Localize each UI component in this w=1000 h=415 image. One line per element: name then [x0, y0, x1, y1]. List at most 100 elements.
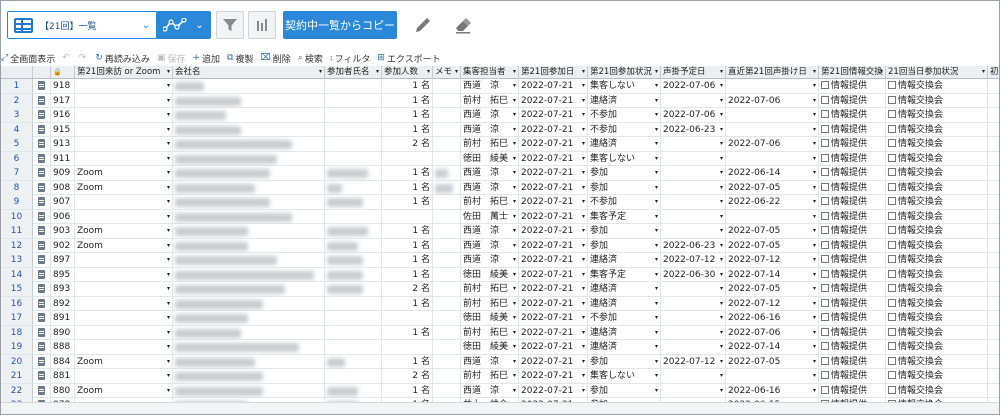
column-menu-icon[interactable]: ▾: [813, 66, 816, 78]
status-cell[interactable]: 不参加 ▾: [588, 122, 661, 137]
row-detail-button[interactable]: [33, 122, 51, 137]
info-exchange-cell[interactable]: 情報提供: [819, 369, 886, 383]
company-name-cell[interactable]: [173, 383, 325, 398]
dropdown-arrow-icon[interactable]: ▾: [582, 282, 585, 296]
planned-date-cell[interactable]: 2022-07-06 ▾: [661, 108, 726, 122]
column-menu-icon[interactable]: ▾: [655, 66, 658, 78]
memo-cell[interactable]: [433, 209, 461, 224]
dropdown-arrow-icon[interactable]: ▾: [582, 297, 585, 311]
dropdown-arrow-icon[interactable]: ▾: [655, 224, 658, 238]
planned-date-cell[interactable]: 2022-07-12 ▾: [661, 253, 726, 267]
checkbox[interactable]: [888, 385, 896, 394]
aggregate-button[interactable]: [248, 11, 276, 39]
staff-cell[interactable]: 西道 涼 ▾: [461, 238, 519, 253]
dropdown-arrow-icon[interactable]: ▾: [167, 297, 170, 311]
table-row[interactable]: 6 911 ▾ 徳田 綾美 ▾ 2022-07-21 ▾ 集客しない ▾ ▾ ▾ 情報提供 情報交換会: [1, 151, 999, 166]
checkbox[interactable]: [821, 168, 829, 176]
dropdown-arrow-icon[interactable]: ▾: [167, 166, 170, 180]
dropdown-arrow-icon[interactable]: ▾: [167, 181, 170, 195]
dropdown-arrow-icon[interactable]: ▾: [167, 108, 170, 122]
memo-cell[interactable]: [433, 195, 461, 209]
dropdown-arrow-icon[interactable]: ▾: [582, 137, 585, 151]
last-contact-cell[interactable]: 2022-06-22 ▾: [726, 195, 819, 209]
planned-date-cell[interactable]: ▾: [661, 311, 726, 325]
day-status-cell[interactable]: 情報交換会: [886, 325, 988, 340]
planned-date-cell[interactable]: ▾: [661, 166, 726, 180]
table-row[interactable]: 7 909 Zoom ▾ 1 名西道 涼 ▾ 2022-07-21 ▾ 参加 ▾ ▾ 2022-06-…: [1, 166, 999, 181]
day-status-cell[interactable]: 情報交換会: [886, 93, 988, 108]
table-row[interactable]: 17 891 ▾ 徳田 綾美 ▾ 2022-07-21 ▾ 不参加 ▾ ▾ 2022-06-16 ▾ 情…: [1, 311, 999, 326]
dropdown-arrow-icon[interactable]: ▾: [167, 268, 170, 282]
dropdown-arrow-icon[interactable]: ▾: [655, 137, 658, 151]
checkbox[interactable]: [888, 211, 896, 220]
table-row[interactable]: 22 880 Zoom ▾ 1 名西道 涼 ▾ 2022-07-21 ▾ 参加 ▾ ▾ 2022-06…: [1, 383, 999, 398]
participant-name-cell[interactable]: [325, 79, 382, 93]
row-detail-button[interactable]: [33, 195, 51, 209]
planned-date-cell[interactable]: 2022-07-06 ▾: [661, 79, 726, 93]
checkbox[interactable]: [821, 197, 829, 205]
planned-date-cell[interactable]: ▾: [661, 137, 726, 151]
dropdown-arrow-icon[interactable]: ▾: [813, 355, 816, 369]
status-cell[interactable]: 連絡済 ▾: [588, 93, 661, 108]
toolbar-save-button[interactable]: ▣ 保存: [157, 52, 186, 65]
dropdown-arrow-icon[interactable]: ▾: [513, 384, 516, 398]
table-row[interactable]: 8 908 Zoom ▾ 1 名西道 涼 ▾ 2022-07-21 ▾ 参加 ▾ ▾ 2022-07-…: [1, 180, 999, 195]
memo-cell[interactable]: [433, 311, 461, 325]
dropdown-arrow-icon[interactable]: ▾: [655, 152, 658, 166]
visit-type-cell[interactable]: ▾: [75, 296, 173, 311]
info-exchange-cell[interactable]: 情報提供: [819, 195, 886, 209]
dropdown-arrow-icon[interactable]: ▾: [582, 108, 585, 122]
checkbox[interactable]: [821, 327, 829, 336]
row-detail-button[interactable]: [33, 79, 51, 93]
participant-count-cell[interactable]: 1 名: [382, 238, 433, 253]
info-exchange-cell[interactable]: 情報提供: [819, 325, 886, 340]
planned-date-cell[interactable]: 2022-06-23 ▾: [661, 122, 726, 137]
dropdown-arrow-icon[interactable]: ▾: [720, 195, 723, 209]
status-cell[interactable]: 不参加 ▾: [588, 108, 661, 122]
event-date-cell[interactable]: 2022-07-21 ▾: [519, 311, 588, 325]
info-exchange-cell[interactable]: 情報提供: [819, 340, 886, 354]
checkbox[interactable]: [888, 168, 896, 176]
dropdown-arrow-icon[interactable]: ▾: [167, 152, 170, 166]
dropdown-arrow-icon[interactable]: ▾: [813, 311, 816, 325]
dropdown-arrow-icon[interactable]: ▾: [513, 297, 516, 311]
staff-cell[interactable]: 西道 涼 ▾: [461, 383, 519, 398]
dropdown-arrow-icon[interactable]: ▾: [582, 166, 585, 180]
checkbox[interactable]: [888, 356, 896, 365]
dropdown-arrow-icon[interactable]: ▾: [655, 166, 658, 180]
day-status-cell[interactable]: 情報交換会: [886, 108, 988, 122]
staff-cell[interactable]: 前村 拓巳 ▾: [461, 137, 519, 151]
status-cell[interactable]: 連絡済 ▾: [588, 296, 661, 311]
dropdown-arrow-icon[interactable]: ▾: [655, 369, 658, 383]
dropdown-arrow-icon[interactable]: ▾: [720, 224, 723, 238]
visit-type-cell[interactable]: ▾: [75, 209, 173, 224]
dropdown-arrow-icon[interactable]: ▾: [582, 326, 585, 340]
row-detail-button[interactable]: [33, 354, 51, 369]
staff-cell[interactable]: 佐田 萬士 ▾: [461, 209, 519, 224]
checkbox[interactable]: [888, 298, 896, 307]
company-name-cell[interactable]: [173, 296, 325, 311]
status-cell[interactable]: 不参加 ▾: [588, 195, 661, 209]
checkbox[interactable]: [821, 342, 829, 350]
dropdown-arrow-icon[interactable]: ▾: [720, 282, 723, 296]
info-exchange-cell[interactable]: 情報提供: [819, 296, 886, 311]
visit-type-cell[interactable]: ▾: [75, 267, 173, 282]
visit-type-cell[interactable]: ▾: [75, 195, 173, 209]
company-name-cell[interactable]: [173, 369, 325, 383]
dropdown-arrow-icon[interactable]: ▾: [655, 355, 658, 369]
row-detail-button[interactable]: [33, 267, 51, 282]
status-cell[interactable]: 集客予定 ▾: [588, 209, 661, 224]
column-menu-icon[interactable]: ▾: [582, 66, 585, 78]
info-exchange-cell[interactable]: 情報提供: [819, 79, 886, 93]
row-detail-button[interactable]: [33, 325, 51, 340]
last-contact-cell[interactable]: 2022-07-05 ▾: [726, 282, 819, 296]
participant-count-cell[interactable]: 1 名: [382, 383, 433, 398]
memo-cell[interactable]: [433, 325, 461, 340]
event-date-cell[interactable]: 2022-07-21 ▾: [519, 195, 588, 209]
visit-type-cell[interactable]: Zoom ▾: [75, 166, 173, 180]
checkbox[interactable]: [888, 110, 896, 118]
participant-name-cell[interactable]: [325, 180, 382, 195]
day-status-cell[interactable]: 情報交換会: [886, 383, 988, 398]
staff-cell[interactable]: 前村 拓巳 ▾: [461, 93, 519, 108]
participant-name-cell[interactable]: [325, 369, 382, 383]
